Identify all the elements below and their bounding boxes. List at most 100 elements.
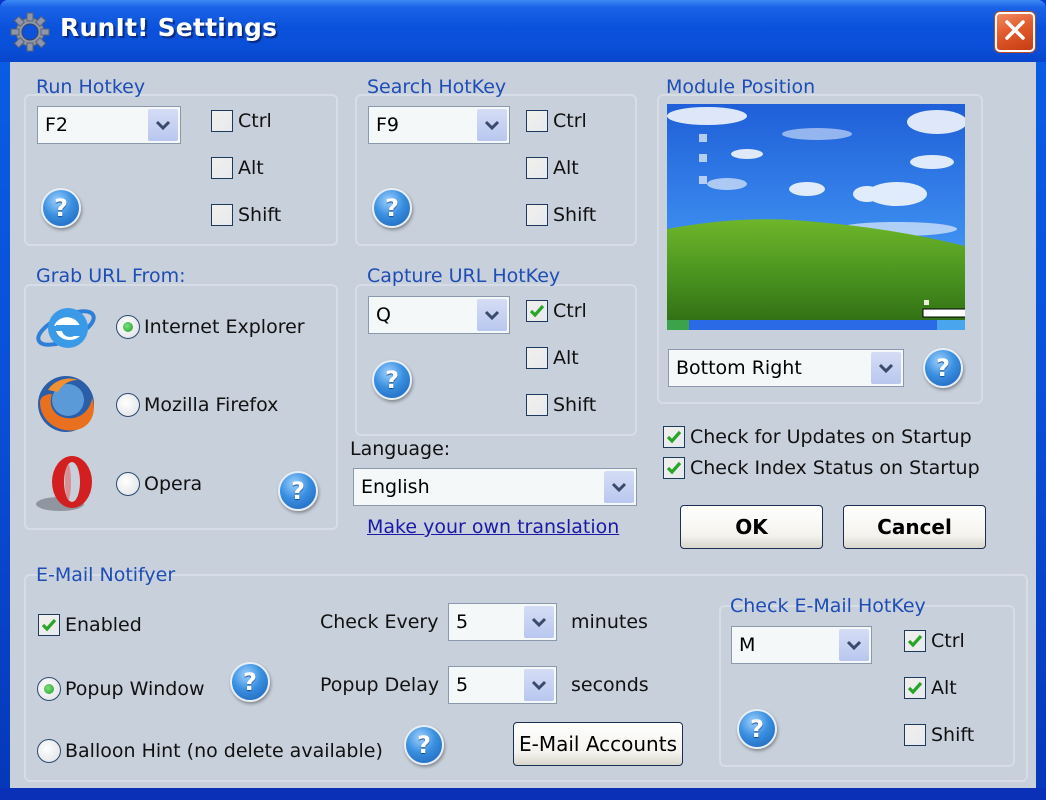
chevron-down-icon[interactable] — [839, 629, 869, 661]
checkbox-label: Alt — [553, 157, 579, 179]
email-accounts-button[interactable]: E-Mail Accounts — [513, 722, 683, 766]
popup-window-help-button[interactable]: ? — [230, 662, 270, 702]
check-email-key-value: M — [739, 634, 756, 656]
search-hotkey-key-select[interactable]: F9 — [368, 106, 510, 144]
window-bottom-border — [0, 788, 1046, 800]
search-hotkey-title: Search HotKey — [367, 76, 507, 98]
language-value: English — [361, 476, 430, 498]
cancel-button[interactable]: Cancel — [843, 505, 986, 549]
run-hotkey-alt-checkbox[interactable]: Alt — [211, 157, 264, 179]
check-email-shift-checkbox[interactable]: Shift — [904, 724, 974, 746]
ok-button[interactable]: OK — [680, 505, 823, 549]
capture-url-alt-checkbox[interactable]: Alt — [526, 347, 579, 369]
capture-url-key-select[interactable]: Q — [368, 296, 510, 334]
checkbox-box[interactable] — [526, 157, 548, 179]
chevron-down-icon[interactable] — [524, 669, 554, 701]
checkbox-box[interactable] — [211, 110, 233, 132]
check-index-checkbox[interactable]: Check Index Status on Startup — [663, 457, 980, 479]
run-hotkey-ctrl-checkbox[interactable]: Ctrl — [211, 110, 272, 132]
popup-delay-select[interactable]: 5 — [448, 666, 557, 704]
radio-circle[interactable] — [37, 677, 61, 701]
help-icon: ? — [291, 477, 305, 505]
checkbox-label: Ctrl — [553, 110, 587, 132]
capture-url-shift-checkbox[interactable]: Shift — [526, 394, 596, 416]
checkbox-label: Ctrl — [553, 300, 587, 322]
search-hotkey-key-value: F9 — [376, 114, 400, 136]
checkmark-icon — [666, 430, 682, 444]
grab-url-ie-radio[interactable]: Internet Explorer — [116, 315, 305, 339]
run-hotkey-title: Run Hotkey — [36, 76, 146, 98]
checkbox-box[interactable] — [211, 157, 233, 179]
search-hotkey-shift-checkbox[interactable]: Shift — [526, 204, 596, 226]
module-position-select[interactable]: Bottom Right — [668, 349, 904, 387]
balloon-hint-radio[interactable]: Balloon Hint (no delete available) — [37, 739, 383, 763]
check-email-ctrl-checkbox[interactable]: Ctrl — [904, 630, 965, 652]
check-every-select[interactable]: 5 — [448, 603, 557, 641]
capture-url-help-button[interactable]: ? — [372, 360, 412, 400]
checkmark-icon — [529, 304, 545, 318]
radio-circle[interactable] — [37, 739, 61, 763]
balloon-hint-help-button[interactable]: ? — [404, 725, 444, 765]
chevron-down-icon[interactable] — [524, 606, 554, 638]
language-select[interactable]: English — [353, 468, 637, 506]
firefox-icon — [34, 372, 98, 436]
run-hotkey-key-select[interactable]: F2 — [37, 106, 181, 144]
grab-url-help-button[interactable]: ? — [278, 471, 318, 511]
run-hotkey-help-button[interactable]: ? — [41, 188, 81, 228]
run-hotkey-shift-checkbox[interactable]: Shift — [211, 204, 281, 226]
checkbox-box[interactable] — [526, 394, 548, 416]
radio-circle[interactable] — [116, 315, 140, 339]
title-bar[interactable]: RunIt! Settings — [0, 0, 1046, 62]
help-icon: ? — [54, 194, 68, 222]
gear-icon — [8, 10, 52, 54]
check-email-help-button[interactable]: ? — [737, 709, 777, 749]
grab-url-firefox-radio[interactable]: Mozilla Firefox — [116, 393, 278, 417]
close-icon — [1003, 18, 1027, 47]
checkbox-label: Alt — [553, 347, 579, 369]
popup-window-radio[interactable]: Popup Window — [37, 677, 205, 701]
capture-url-ctrl-checkbox[interactable]: Ctrl — [526, 300, 587, 322]
checkbox-box[interactable] — [526, 204, 548, 226]
email-enabled-checkbox[interactable]: Enabled — [38, 614, 142, 636]
check-email-key-select[interactable]: M — [731, 626, 872, 664]
radio-circle[interactable] — [116, 393, 140, 417]
search-hotkey-help-button[interactable]: ? — [372, 188, 412, 228]
chevron-down-icon[interactable] — [148, 109, 178, 141]
check-email-alt-checkbox[interactable]: Alt — [904, 677, 957, 699]
checkbox-box[interactable] — [211, 204, 233, 226]
search-hotkey-alt-checkbox[interactable]: Alt — [526, 157, 579, 179]
module-position-help-button[interactable]: ? — [923, 348, 963, 388]
help-icon: ? — [417, 731, 431, 759]
radio-circle[interactable] — [116, 472, 140, 496]
chevron-down-icon[interactable] — [477, 109, 507, 141]
desktop-preview-image[interactable] — [667, 104, 965, 330]
checkbox-box[interactable] — [526, 300, 548, 322]
checkbox-box[interactable] — [663, 457, 685, 479]
chevron-down-icon[interactable] — [477, 299, 507, 331]
checkbox-box[interactable] — [526, 110, 548, 132]
check-updates-checkbox[interactable]: Check for Updates on Startup — [663, 426, 972, 448]
checkbox-box[interactable] — [663, 426, 685, 448]
help-icon: ? — [385, 194, 399, 222]
help-icon: ? — [750, 715, 764, 743]
grab-url-opera-radio[interactable]: Opera — [116, 472, 202, 496]
checkmark-icon — [666, 461, 682, 475]
checkbox-box[interactable] — [38, 614, 60, 636]
module-position-value: Bottom Right — [676, 357, 802, 379]
checkbox-box[interactable] — [526, 347, 548, 369]
search-hotkey-ctrl-checkbox[interactable]: Ctrl — [526, 110, 587, 132]
checkmark-icon — [907, 634, 923, 648]
checkbox-box[interactable] — [904, 630, 926, 652]
make-translation-link[interactable]: Make your own translation — [367, 516, 619, 538]
close-button[interactable] — [995, 12, 1035, 52]
popup-delay-value: 5 — [456, 674, 469, 696]
language-label: Language: — [350, 438, 451, 460]
checkbox-box[interactable] — [904, 724, 926, 746]
checkbox-box[interactable] — [904, 677, 926, 699]
radio-label: Internet Explorer — [144, 316, 305, 338]
chevron-down-icon[interactable] — [871, 352, 901, 384]
checkbox-label: Alt — [931, 677, 957, 699]
checkbox-label: Shift — [553, 394, 597, 416]
internet-explorer-icon — [34, 294, 98, 358]
chevron-down-icon[interactable] — [604, 471, 634, 503]
